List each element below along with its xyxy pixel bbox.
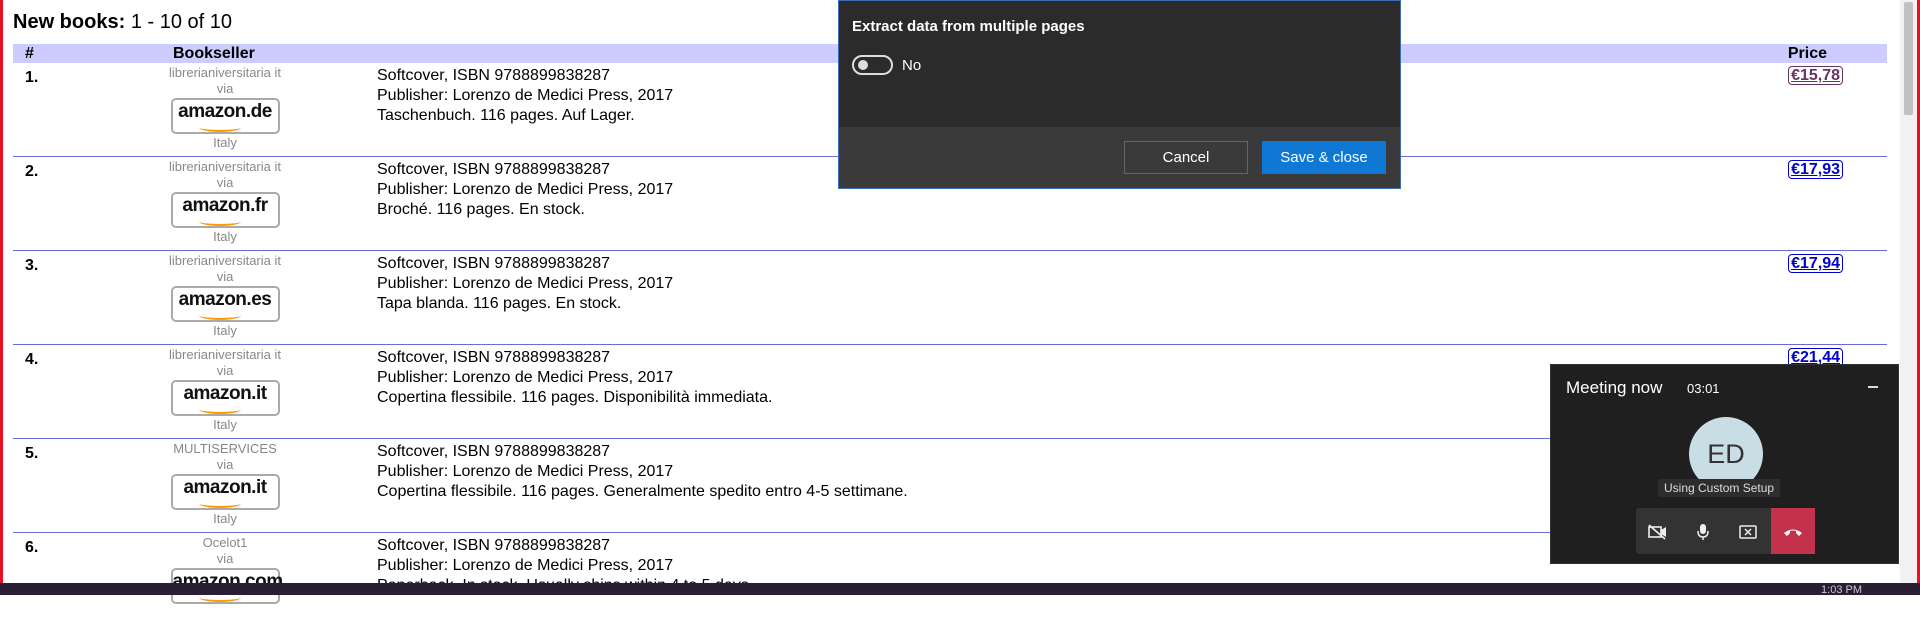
seller-name[interactable]: librerianiversitaria it [139,65,311,81]
seller-name[interactable]: librerianiversitaria it [139,159,311,175]
seller-country: Italy [213,135,237,150]
taskbar-clock: 1:03 PM [1821,584,1862,596]
row-number: 3. [25,257,39,274]
book-description: Softcover, ISBN 9788899838287 Publisher:… [377,66,673,126]
amazon-logo[interactable]: amazon.it [170,380,280,416]
dialog-title: Extract data from multiple pages [852,18,1085,35]
book-description: Softcover, ISBN 9788899838287 Publisher:… [377,254,673,314]
description-line: Broché. 116 pages. En stock. [377,201,585,218]
via-label: via [216,457,234,472]
row-number: 6. [25,539,39,556]
toggle-label: No [902,57,922,74]
smile-icon [198,499,241,508]
meeting-title: Meeting now [1566,378,1663,397]
row-number: 1. [25,69,39,86]
description-line: Publisher: Lorenzo de Medici Press, 2017 [377,369,674,386]
description-line: Softcover, ISBN 9788899838287 [377,537,611,554]
description-line: Softcover, ISBN 9788899838287 [377,443,611,460]
amazon-logo[interactable]: amazon.fr [170,192,280,228]
via-label: via [216,363,234,378]
call-controls [1636,508,1815,554]
seller-name[interactable]: MULTISERVICES [139,441,311,457]
amazon-logo[interactable]: amazon.it [170,474,280,510]
book-description: Softcover, ISBN 9788899838287 Publisher:… [377,348,772,408]
seller-name[interactable]: Ocelot1 [139,535,311,551]
row-number: 4. [25,351,39,368]
via-label: via [216,175,234,190]
amazon-logo[interactable]: amazon.es [170,286,280,322]
page-title: New books: 1 - 10 of 10 [13,11,232,34]
description-line: Publisher: Lorenzo de Medici Press, 2017 [377,181,674,198]
seller-country: Italy [213,229,237,244]
store-name: amazon.it [183,383,267,404]
description-line: Copertina flessibile. 116 pages. General… [377,483,908,500]
description-line: Publisher: Lorenzo de Medici Press, 2017 [377,87,674,104]
microphone-icon[interactable] [1681,508,1725,554]
via-label: via [216,81,234,96]
seller-cell: librerianiversitaria it via amazon.es It… [139,253,311,339]
description-line: Publisher: Lorenzo de Medici Press, 2017 [377,463,674,480]
description-line: Softcover, ISBN 9788899838287 [377,161,611,178]
table-row: 3. librerianiversitaria it via amazon.es… [13,251,1887,345]
via-label: via [216,269,234,284]
multi-page-toggle[interactable] [852,55,893,75]
price-link[interactable]: €17,94 [1788,254,1843,273]
scrollbar-thumb[interactable] [1904,2,1913,115]
description-line: Softcover, ISBN 9788899838287 [377,67,611,84]
page-title-label: New books: [13,11,126,33]
seller-country: Italy [213,417,237,432]
minimize-icon[interactable] [1868,386,1878,388]
description-line: Tapa blanda. 116 pages. En stock. [377,295,622,312]
store-name: amazon.es [178,289,272,310]
price-link[interactable]: €17,93 [1788,160,1843,179]
row-number: 5. [25,445,39,462]
taskbar: 1:03 PM [0,583,1920,596]
seller-cell: librerianiversitaria it via amazon.fr It… [139,159,311,245]
seller-cell: librerianiversitaria it via amazon.de It… [139,65,311,151]
via-label: via [216,551,234,566]
page-title-range: 1 - 10 of 10 [130,11,232,33]
vertical-scrollbar[interactable] [1900,0,1917,583]
description-line: Softcover, ISBN 9788899838287 [377,349,611,366]
meeting-window: Meeting now 03:01 ED Using Custom Setup [1550,364,1899,564]
description-line: Publisher: Lorenzo de Medici Press, 2017 [377,275,674,292]
toggle-knob [858,60,868,70]
hang-up-icon[interactable] [1771,508,1815,554]
smile-icon [198,405,241,414]
seller-country: Italy [213,323,237,338]
header-bookseller: Bookseller [173,45,255,62]
book-description: Softcover, ISBN 9788899838287 Publisher:… [377,160,673,220]
seller-name[interactable]: librerianiversitaria it [139,347,311,363]
camera-off-icon[interactable] [1636,508,1680,554]
smile-icon [198,217,241,226]
seller-cell: MULTISERVICES via amazon.it Italy [139,441,311,527]
window-border-left [0,0,3,595]
amazon-logo[interactable]: amazon.de [170,98,280,134]
seller-cell: librerianiversitaria it via amazon.it It… [139,347,311,433]
seller-name[interactable]: librerianiversitaria it [139,253,311,269]
dialog-footer: Cancel Save & close [839,127,1400,188]
description-line: Softcover, ISBN 9788899838287 [377,255,611,272]
save-close-button[interactable]: Save & close [1262,141,1386,174]
seller-country: Italy [213,511,237,526]
store-name: amazon.de [178,101,272,122]
header-number: # [25,45,34,62]
setup-label: Using Custom Setup [1658,479,1781,497]
description-line: Copertina flessibile. 116 pages. Disponi… [377,389,773,406]
description-line: Publisher: Lorenzo de Medici Press, 2017 [377,557,674,574]
price-link[interactable]: €15,78 [1788,66,1843,85]
meeting-timer: 03:01 [1687,381,1720,396]
extract-dialog: Extract data from multiple pages No Canc… [838,0,1401,189]
row-number: 2. [25,163,39,180]
smile-icon [198,311,241,320]
smile-icon [198,123,241,132]
stop-share-icon[interactable] [1726,508,1770,554]
description-line: Taschenbuch. 116 pages. Auf Lager. [377,107,635,124]
cancel-button[interactable]: Cancel [1124,141,1248,174]
store-name: amazon.fr [182,195,268,216]
book-description: Softcover, ISBN 9788899838287 Publisher:… [377,442,908,502]
header-price: Price [1787,45,1827,62]
store-name: amazon.it [183,477,267,498]
